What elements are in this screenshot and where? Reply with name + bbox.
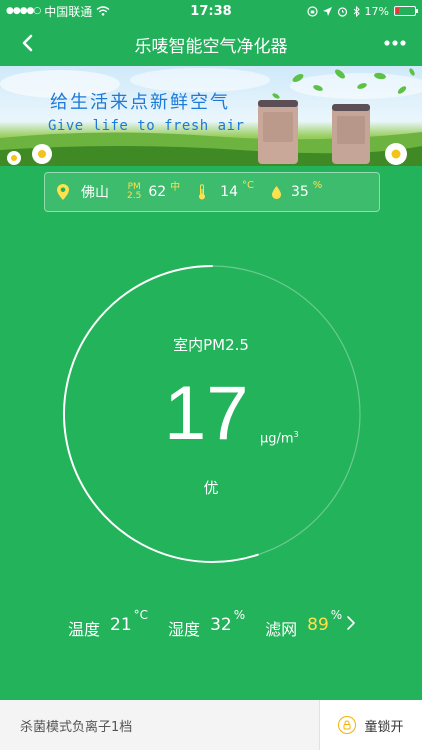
- current-mode-text[interactable]: 杀菌模式负离子1档: [0, 716, 319, 735]
- status-bar: ●●●●○ 中国联通 17:38 17%: [0, 0, 422, 22]
- page-title: 乐唛智能空气净化器: [134, 36, 288, 57]
- banner-illustration: [0, 68, 422, 166]
- indoor-temp: 温度 21 °C: [68, 608, 148, 640]
- promo-banner[interactable]: 给生活来点新鲜空气 Give life to fresh air: [0, 66, 422, 166]
- alarm-icon: [337, 6, 347, 17]
- outdoor-humidity-unit: %: [312, 179, 323, 191]
- signal-strength-icon: ●●●●○: [6, 6, 41, 16]
- child-lock-button[interactable]: 童锁开: [319, 700, 422, 750]
- location-pin-icon: [57, 184, 69, 200]
- location-item[interactable]: 佛山: [57, 182, 109, 202]
- child-lock-label: 童锁开: [364, 719, 404, 735]
- indoor-pm-unit: μg/m3: [260, 430, 299, 446]
- wifi-icon: [96, 6, 110, 16]
- humidity-value: 32: [210, 615, 232, 635]
- temp-unit: °C: [133, 608, 149, 622]
- outdoor-info-bar: 佛山 PM 2.5 62 中 14 °C 35 %: [44, 172, 380, 212]
- unit-text: μg/m: [260, 431, 294, 447]
- purifier-device-image: [258, 100, 298, 164]
- chevron-right-icon: [347, 616, 355, 630]
- banner-headline-cn: 给生活来点新鲜空气: [50, 92, 230, 113]
- banner-headline-en: Give life to fresh air: [48, 118, 245, 134]
- carrier-name: 中国联通: [44, 4, 93, 19]
- outdoor-pm-level: 中: [170, 181, 181, 193]
- back-button[interactable]: [14, 30, 40, 56]
- outdoor-pm-item: PM 2.5 62 中: [127, 182, 180, 201]
- outdoor-humidity-value: 35: [290, 184, 309, 200]
- humidity-unit: %: [233, 608, 246, 622]
- filter-value: 89: [307, 615, 329, 635]
- more-button[interactable]: [380, 32, 410, 54]
- bottom-bar: 杀菌模式负离子1档 童锁开: [0, 700, 422, 750]
- outdoor-temp-unit: °C: [241, 179, 254, 191]
- humidity-label: 湿度: [168, 620, 201, 639]
- outdoor-pm-value: 62: [148, 184, 167, 200]
- pm-tag-bottom: 2.5: [127, 191, 142, 201]
- filter-label: 滤网: [265, 620, 298, 639]
- indoor-metrics: 温度 21 °C 湿度 32 % 滤网 89 %: [68, 608, 378, 642]
- indoor-humidity: 湿度 32 %: [168, 608, 245, 640]
- unit-superscript: 3: [293, 430, 299, 439]
- outdoor-temp-item: 14 °C: [198, 180, 254, 200]
- outdoor-temp-value: 14: [220, 184, 238, 200]
- lock-icon: [338, 716, 357, 734]
- pm25-icon: PM 2.5: [127, 183, 141, 201]
- more-dots-icon: [384, 40, 406, 46]
- water-drop-icon: [271, 185, 281, 199]
- temp-label: 温度: [68, 620, 101, 639]
- outdoor-humidity-item: 35 %: [271, 180, 322, 200]
- nav-bar: 乐唛智能空气净化器: [0, 22, 422, 66]
- filter-status[interactable]: 滤网 89 %: [265, 608, 356, 640]
- rotation-lock-icon: [306, 5, 318, 17]
- indoor-pm-title: 室内PM2.5: [173, 336, 249, 354]
- battery-icon: [394, 6, 418, 16]
- purifier-device-image-2: [332, 104, 370, 164]
- air-quality-level: 优: [203, 479, 219, 497]
- battery-percent: 17%: [364, 4, 389, 18]
- indoor-pm-value: 17: [164, 371, 249, 456]
- chevron-left-icon: [22, 34, 33, 52]
- temp-value: 21: [110, 615, 132, 635]
- filter-unit: %: [330, 608, 343, 622]
- location-arrow-icon: [322, 6, 332, 16]
- city-name: 佛山: [81, 185, 109, 201]
- bluetooth-icon: [353, 5, 360, 17]
- status-right: 17%: [306, 4, 418, 18]
- status-left: ●●●●○ 中国联通: [6, 3, 110, 20]
- thermometer-icon: [199, 184, 206, 200]
